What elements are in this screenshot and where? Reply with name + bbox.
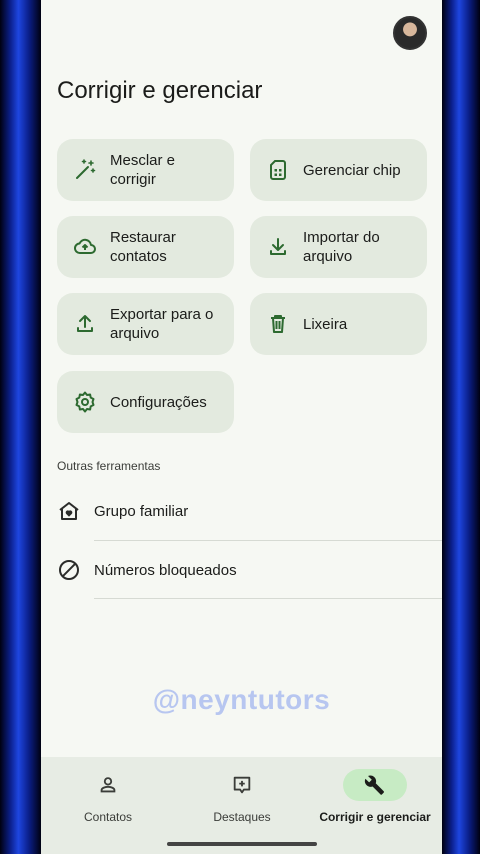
manage-sim-button[interactable]: Gerenciar chip	[250, 139, 427, 201]
settings-label: Configurações	[110, 393, 207, 411]
bottom-navigation: Contatos Destaques Corrigir e gerenciar	[41, 757, 442, 854]
merge-and-fix-button[interactable]: Mesclar e corrigir	[57, 139, 234, 201]
family-group-item[interactable]: Grupo familiar	[41, 482, 442, 540]
trash-label: Lixeira	[303, 315, 348, 333]
nav-contacts[interactable]: Contatos	[41, 757, 175, 854]
import-file-button[interactable]: Importar do arquivo	[250, 216, 427, 278]
family-group-label: Grupo familiar	[94, 502, 189, 520]
family-home-icon	[57, 499, 81, 523]
block-icon	[57, 558, 81, 582]
manage-sim-label: Gerenciar chip	[303, 161, 401, 179]
gear-icon	[73, 390, 97, 414]
nav-contacts-label: Contatos	[83, 810, 133, 824]
blocked-numbers-label: Números bloqueados	[94, 561, 237, 579]
cloud-restore-icon	[73, 235, 97, 259]
device-bezel-left	[0, 0, 41, 854]
page-title: Corrigir e gerenciar	[57, 77, 263, 104]
upload-icon	[73, 312, 97, 336]
nav-fix-manage[interactable]: Corrigir e gerenciar	[308, 757, 442, 854]
settings-button[interactable]: Configurações	[57, 371, 234, 433]
merge-and-fix-label: Mesclar e corrigir	[110, 152, 176, 188]
list-divider	[94, 598, 442, 599]
restore-contacts-button[interactable]: Restaurar contatos	[57, 216, 234, 278]
restore-contacts-label: Restaurar contatos	[110, 229, 176, 265]
highlight-plus-icon	[210, 769, 274, 801]
export-file-button[interactable]: Exportar para o arquivo	[57, 293, 234, 355]
wrench-icon	[343, 769, 407, 801]
device-bezel-right	[442, 0, 480, 854]
blocked-numbers-item[interactable]: Números bloqueados	[41, 541, 442, 599]
person-icon	[76, 769, 140, 801]
watermark-text: @neyntutors	[152, 684, 331, 715]
nav-highlights-label: Destaques	[213, 810, 271, 824]
export-file-label: Exportar para o arquivo	[110, 306, 214, 342]
trash-icon	[266, 312, 290, 336]
trash-button[interactable]: Lixeira	[250, 293, 427, 355]
app-screen: Corrigir e gerenciar Mesclar e corrigir …	[41, 0, 442, 854]
gesture-handle[interactable]	[167, 842, 317, 846]
sim-card-icon	[266, 158, 290, 182]
account-avatar[interactable]	[393, 16, 427, 50]
magic-wand-icon	[73, 158, 97, 182]
download-icon	[266, 235, 290, 259]
nav-fix-manage-label: Corrigir e gerenciar	[319, 810, 431, 824]
import-file-label: Importar do arquivo	[303, 229, 380, 265]
nav-highlights[interactable]: Destaques	[175, 757, 309, 854]
other-tools-heading: Outras ferramentas	[57, 459, 161, 473]
